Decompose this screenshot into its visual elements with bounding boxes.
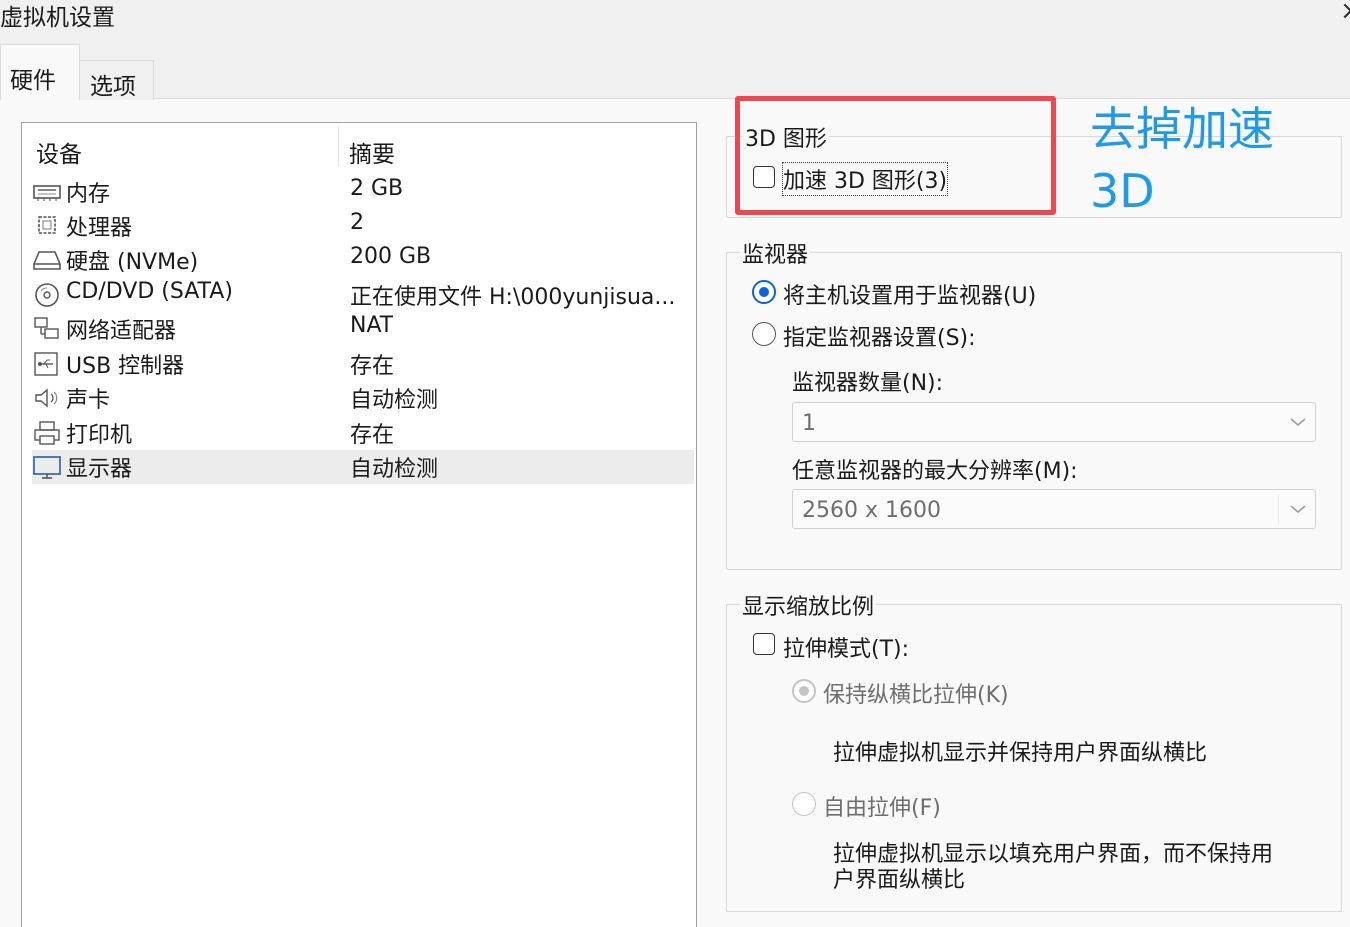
max-resolution-label: 任意监视器的最大分辨率(M): (792, 459, 1078, 484)
specify-monitor-settings-label[interactable]: 指定监视器设置(S): (783, 320, 976, 352)
keep-aspect-ratio-label[interactable]: 保持纵横比拉伸(K) (823, 677, 1009, 709)
free-stretch-description-line2: 户界面纵横比 (833, 868, 966, 893)
device-summary: 200 GB (350, 244, 432, 269)
device-summary: 正在使用文件 H:\000yunjisua... (350, 285, 676, 310)
specify-monitor-settings-radio[interactable] (752, 322, 776, 346)
close-icon[interactable]: × (1340, 0, 1350, 26)
annotation-highlight-box (735, 96, 1056, 215)
network-adapter-icon (34, 317, 59, 339)
use-host-settings-radio[interactable] (752, 280, 776, 304)
printer-icon (34, 421, 60, 445)
annotation-line-2: 3D (1090, 164, 1155, 218)
chevron-down-icon (1290, 505, 1306, 514)
device-list[interactable]: 设备 摘要 内存 2 GB 处理器 2 硬盘 (NVMe) 200 GB CD/… (21, 122, 697, 927)
device-name: 显示器 (66, 457, 133, 482)
monitor-count-label: 监视器数量(N): (792, 371, 944, 396)
device-summary: 存在 (350, 354, 395, 379)
speaker-icon (35, 388, 58, 408)
hard-disk-icon (33, 251, 61, 270)
device-row-printer[interactable]: 打印机 存在 (32, 416, 694, 450)
cd-dvd-icon (35, 283, 59, 307)
window-title: 虚拟机设置 (0, 5, 115, 31)
free-stretch-label[interactable]: 自由拉伸(F) (823, 790, 941, 822)
device-row-usb-controller[interactable]: USB 控制器 存在 (32, 347, 694, 381)
device-summary: 自动检测 (350, 388, 439, 413)
column-header-summary[interactable]: 摘要 (349, 135, 395, 169)
free-stretch-radio[interactable] (792, 792, 816, 816)
stretch-mode-label[interactable]: 拉伸模式(T): (783, 631, 909, 663)
device-row-network-adapter[interactable]: 网络适配器 NAT (32, 312, 694, 346)
device-name: USB 控制器 (66, 354, 185, 379)
chevron-down-icon (1290, 418, 1306, 427)
device-summary: 存在 (350, 423, 395, 448)
device-name: CD/DVD (SATA) (66, 279, 233, 304)
display-scaling-group-label: 显示缩放比例 (740, 589, 877, 621)
monitor-count-dropdown[interactable]: 1 (792, 402, 1316, 442)
device-name: 内存 (66, 182, 111, 207)
device-name: 硬盘 (NVMe) (66, 250, 199, 275)
tab-options[interactable]: 选项 (80, 60, 154, 100)
device-row-sound-card[interactable]: 声卡 自动检测 (32, 381, 694, 415)
device-name: 打印机 (66, 423, 133, 448)
device-row-cd-dvd[interactable]: CD/DVD (SATA) 正在使用文件 H:\000yunjisua... (32, 278, 694, 312)
annotation-text: 去掉加速 3D (1090, 98, 1274, 222)
memory-icon (33, 185, 61, 201)
title-bar (0, 0, 1350, 44)
usb-icon (34, 352, 58, 376)
monitor-icon (33, 456, 61, 479)
cpu-icon (38, 216, 56, 234)
device-summary: NAT (350, 313, 394, 338)
device-summary: 2 (350, 210, 364, 235)
column-header-device[interactable]: 设备 (36, 135, 82, 169)
annotation-line-1: 去掉加速 (1090, 102, 1274, 156)
max-resolution-dropdown[interactable]: 2560 x 1600 (792, 489, 1316, 529)
device-summary: 2 GB (350, 176, 404, 201)
monitor-count-value: 1 (802, 411, 816, 436)
device-row-display[interactable]: 显示器 自动检测 (32, 450, 694, 484)
max-resolution-value: 2560 x 1600 (802, 498, 941, 523)
use-host-settings-label[interactable]: 将主机设置用于监视器(U) (783, 278, 1036, 310)
column-separator (338, 127, 339, 167)
device-name: 网络适配器 (66, 319, 177, 344)
dropdown-separator (1278, 494, 1279, 524)
tab-hardware[interactable]: 硬件 (0, 44, 80, 100)
device-name: 处理器 (66, 216, 133, 241)
monitors-group-label: 监视器 (740, 237, 811, 269)
device-row-hard-disk[interactable]: 硬盘 (NVMe) 200 GB (32, 243, 694, 277)
stretch-mode-checkbox[interactable] (753, 633, 775, 655)
device-row-processor[interactable]: 处理器 2 (32, 209, 694, 243)
device-summary: 自动检测 (350, 457, 439, 482)
device-name: 声卡 (66, 388, 111, 413)
keep-aspect-ratio-description: 拉伸虚拟机显示并保持用户界面纵横比 (833, 741, 1208, 766)
device-row-memory[interactable]: 内存 2 GB (32, 175, 694, 209)
keep-aspect-ratio-radio[interactable] (792, 679, 816, 703)
